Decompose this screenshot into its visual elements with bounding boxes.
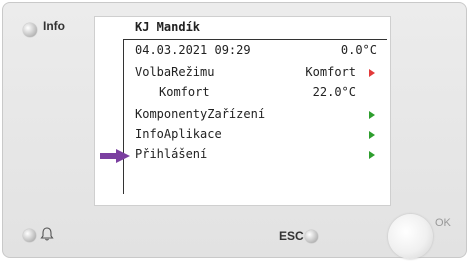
menu-item-label: InfoAplikace: [135, 127, 222, 141]
datetime-label: 04.03.2021 09:29: [135, 43, 251, 57]
bell-icon: [40, 227, 54, 241]
outdoor-temp-value: 0.0°C: [340, 43, 377, 57]
title-divider: [123, 39, 387, 40]
red-arrow-icon: [369, 69, 375, 77]
info-led[interactable]: [23, 23, 37, 37]
display-screen: KJ Mandík 04.03.2021 09:29 0.0°C VolbaRe…: [94, 16, 391, 206]
ok-knob[interactable]: [388, 214, 433, 259]
esc-label: ESC: [279, 229, 304, 243]
green-arrow-icon: [369, 151, 375, 159]
menu-item-info-aplikace[interactable]: InfoAplikace: [135, 127, 382, 145]
menu-item-volba-rezimu[interactable]: VolbaRežimu Komfort: [135, 65, 382, 83]
ok-label: OK: [435, 217, 451, 229]
controller-panel: Info KJ Mandík 04.03.2021 09:29 0.0°C Vo…: [2, 2, 467, 259]
arrow-right-icon: [100, 149, 130, 163]
esc-button[interactable]: [305, 230, 318, 243]
screen-title: KJ Mandík: [135, 20, 201, 34]
green-arrow-icon: [369, 111, 375, 119]
comfort-label: Komfort: [159, 85, 210, 99]
mode-value: Komfort: [305, 65, 356, 79]
datetime-row: 04.03.2021 09:29 0.0°C: [135, 43, 382, 61]
menu-item-label: KomponentyZařízení: [135, 107, 266, 121]
menu-item-label: Přihlášení: [135, 147, 208, 161]
menu-item-prihlaseni[interactable]: Přihlášení: [135, 147, 382, 165]
menu-cursor-line: [123, 39, 124, 194]
menu-item-komponenty-zarizeni[interactable]: KomponentyZařízení: [135, 107, 382, 125]
green-arrow-icon: [369, 131, 375, 139]
info-label: Info: [43, 19, 65, 33]
alarm-led[interactable]: [23, 229, 36, 242]
comfort-temp-row: Komfort 22.0°C: [135, 85, 382, 103]
comfort-temp-value: 22.0°C: [312, 85, 356, 99]
menu-item-label: VolbaRežimu: [135, 65, 215, 79]
